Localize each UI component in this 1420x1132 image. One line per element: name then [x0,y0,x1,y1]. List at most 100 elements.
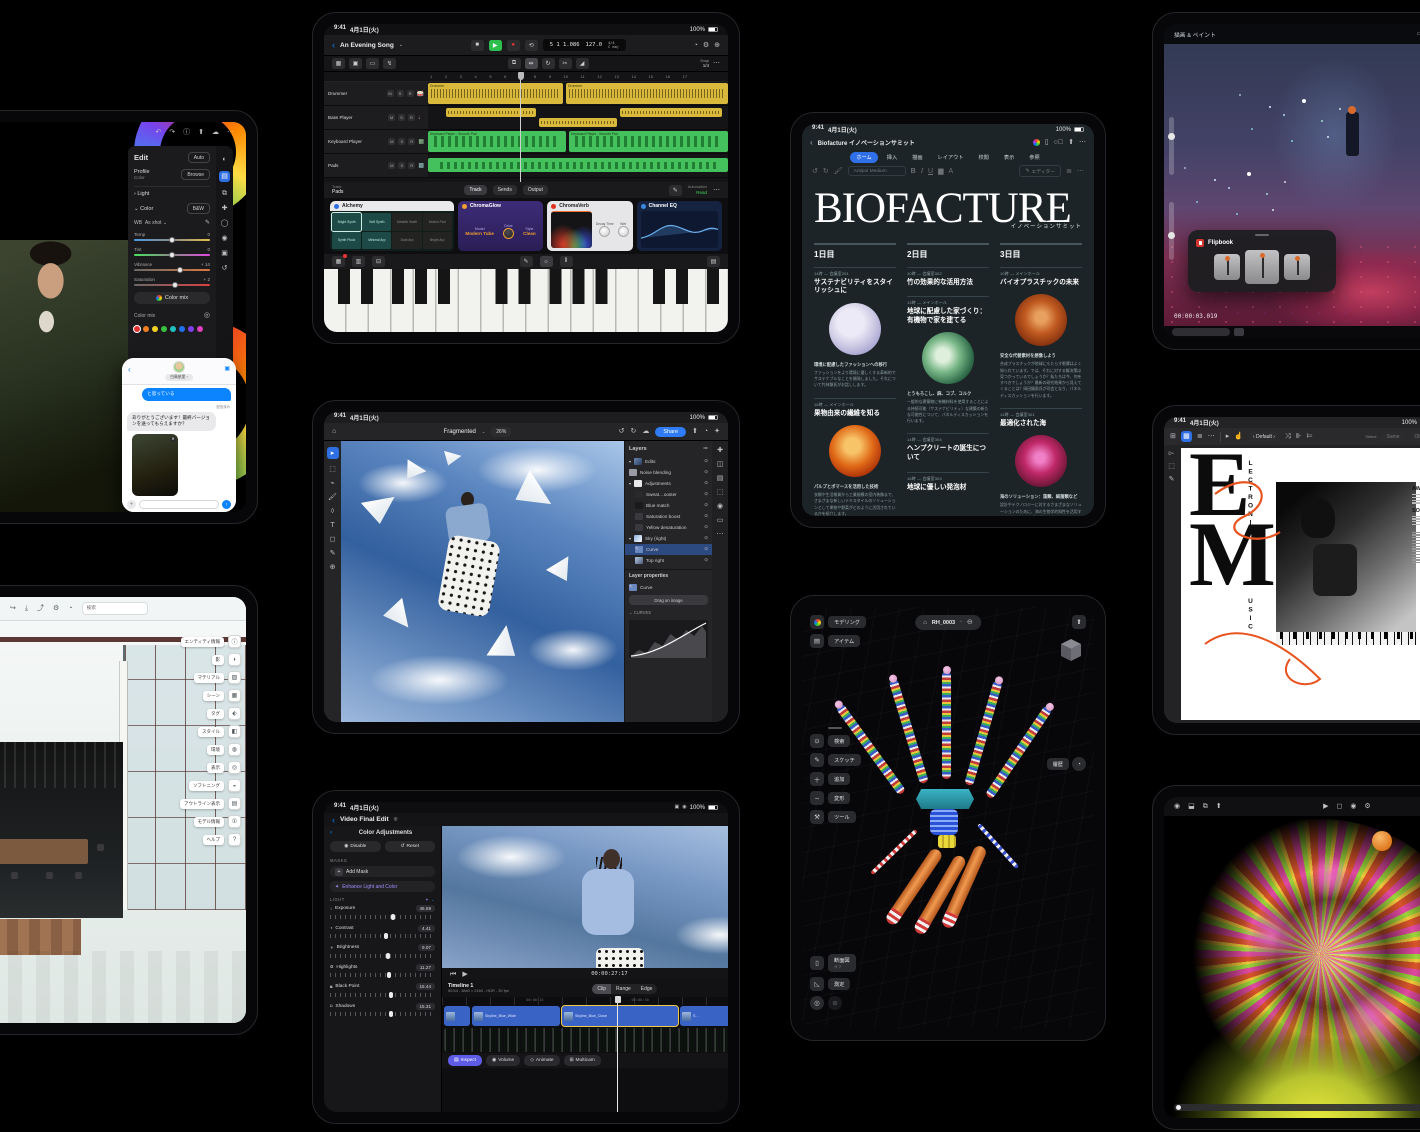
audio-region[interactable] [539,118,617,127]
vibrance-slider[interactable]: Vibrance+ 14 [134,262,210,271]
frame-thumbnail[interactable] [1284,254,1310,280]
select-tool-icon[interactable]: ⬚ [329,466,336,473]
sketch-icon[interactable]: ✎ [810,753,824,767]
eraser-tool-icon[interactable]: ◊ [331,508,334,515]
search-icon[interactable]: ⊙ [810,734,824,748]
undo-icon[interactable]: ↶ [155,129,161,136]
redo-icon[interactable]: ↷ [169,129,175,136]
more-icon[interactable]: ⋯ [1208,433,1215,440]
back-icon[interactable]: ‹ [330,830,332,836]
tab-home[interactable]: ホーム [850,152,877,163]
red-dot[interactable] [134,326,140,332]
playhead[interactable] [520,72,521,182]
automation-control[interactable]: AutomationRead [688,185,707,195]
midi-region[interactable] [428,158,728,172]
tags-button[interactable]: ⬖ [228,707,241,720]
document-title[interactable]: Biofacture イノベーションサミット [818,138,915,147]
color-mix-button[interactable]: Color mix [134,292,210,304]
drag-on-image-button[interactable]: Drag on image [629,595,708,605]
filter-icon[interactable]: ≔ [703,446,708,452]
layers-icon[interactable]: ⧉ [1203,803,1208,810]
preset-cell[interactable]: Bright Arp [423,232,452,250]
format-painter-icon[interactable]: 🖌 [834,168,843,175]
plugin-chromaverb[interactable]: ChromaVerb Decay Time Wet [547,201,632,251]
camera-icon[interactable]: ▣ [675,805,680,810]
record-enable-button[interactable]: R [407,90,414,97]
eye-icon[interactable]: ⊙ [704,481,708,486]
audio-region[interactable]: Drummer [566,83,728,104]
purple-dot[interactable] [188,326,194,332]
animate-button[interactable]: ◇ Animate [524,1055,559,1066]
document-page[interactable]: BIOFACTURE イノベーションサミット 1日目 14時 — 会議室201 … [802,178,1094,516]
render-mode-icon[interactable] [810,615,824,629]
track-row-drummer[interactable]: Drummer M S R 🥁 Drummer Drummer [324,82,728,106]
editor-icon[interactable]: ⊟ [372,256,385,267]
tab-review[interactable]: 校閲 [972,152,994,163]
wet-knob[interactable] [618,226,629,237]
multicam-button[interactable]: ⊞ Multicam [564,1055,601,1066]
decay-knob[interactable] [599,226,610,237]
exposure-slider[interactable]: ↕Exposure45.59 [330,905,435,919]
camera-icon[interactable]: ◉ [1350,803,1356,810]
disable-button[interactable]: ◉ Disable [330,841,381,852]
designer-icon[interactable] [1033,139,1040,146]
fade-tool-icon[interactable]: ◢ [576,58,589,69]
share-icon[interactable]: ⬆ [1068,139,1074,146]
layer-row[interactable]: Top right⊙ [625,555,712,566]
modeling-button[interactable]: モデリング [828,616,866,628]
model-info-button[interactable]: ① [228,815,241,828]
playback-scrubber[interactable] [1174,1104,1420,1111]
solo-button[interactable]: S [397,90,404,97]
copy-tool-icon[interactable]: ⧉ [508,58,521,69]
preset-cell[interactable]: Metallic Swell [392,213,421,231]
more-format-icon[interactable]: ⋯ [1077,168,1084,175]
cloud-icon[interactable]: ☁ [642,428,649,435]
font-selector[interactable]: Antipol Medium [848,166,906,176]
masking-icon[interactable]: ◯ [221,220,229,227]
reset-button[interactable]: ↺ Reset [385,841,436,852]
target-icon[interactable]: ◎ [204,312,210,319]
geometry-icon[interactable]: ▣ [221,250,228,257]
crop-icon[interactable]: ⧉ [222,190,227,197]
settings-icon[interactable]: ✦ [714,428,720,435]
tab-clip[interactable]: Clip [592,984,611,994]
eyedropper-tool-icon[interactable]: ✎ [330,550,336,557]
eye-icon[interactable]: ⊙ [704,547,708,552]
contrast-slider[interactable]: ◑Contrast4.41 [330,925,435,939]
frame-thumbnail-current[interactable] [1245,250,1279,284]
eye-icon[interactable]: ⊙ [704,536,708,541]
magenta-dot[interactable] [197,326,203,332]
track-row-bass[interactable]: Bass Player MSR ♩ [324,106,728,130]
inspect-button[interactable]: ▤ Inspect [448,1055,482,1066]
softening-button[interactable]: ◒ [228,779,241,792]
track-row-keyboard[interactable]: Keyboard Player MSR ▦ Keyboard Player - … [324,130,728,154]
preset-cell[interactable]: Bright Synth [332,213,361,231]
keyboard-icon[interactable]: ▤ [707,256,720,267]
message-photo-attachment[interactable]: ✕ [132,434,178,496]
back-icon[interactable]: ‹ [332,815,335,825]
help-icon[interactable]: ⓘ [183,129,190,136]
flip-icon[interactable]: ⤨ [1285,433,1291,440]
shadows-button[interactable]: ◗ [228,653,241,666]
mixer-icon[interactable]: ▥ [352,256,365,267]
record-button[interactable]: ● [507,40,520,51]
layer-row[interactable]: Noise blending⊙ [625,467,712,478]
more-icon[interactable]: ⋯ [713,187,720,194]
timeline-playhead[interactable] [617,997,618,1112]
pencil-icon[interactable]: ✎ [520,256,533,267]
tab-layout[interactable]: レイアウト [932,152,970,163]
cycle-button[interactable]: ⟲ [525,40,538,51]
outline-button[interactable]: ▤ [228,797,241,810]
versions-icon[interactable]: ↺ [222,265,228,272]
list-icon[interactable]: ≣ [1197,433,1203,440]
pen-tool-icon[interactable]: ✎ [1169,476,1175,483]
eye-icon[interactable]: ⊙ [704,470,708,475]
edit-icon[interactable]: ▤ [219,171,230,182]
help-button[interactable]: ? [228,833,241,846]
mobile-view-icon[interactable]: ▯ [1045,139,1049,146]
environment-button[interactable]: ◍ [228,743,241,756]
export-icon[interactable]: ⤓ [25,605,28,612]
project-title[interactable]: Video Final Edit [340,816,389,823]
export-icon[interactable]: ⬆ [1072,615,1086,629]
chevron-down-icon[interactable]: ⌄ [482,430,485,434]
